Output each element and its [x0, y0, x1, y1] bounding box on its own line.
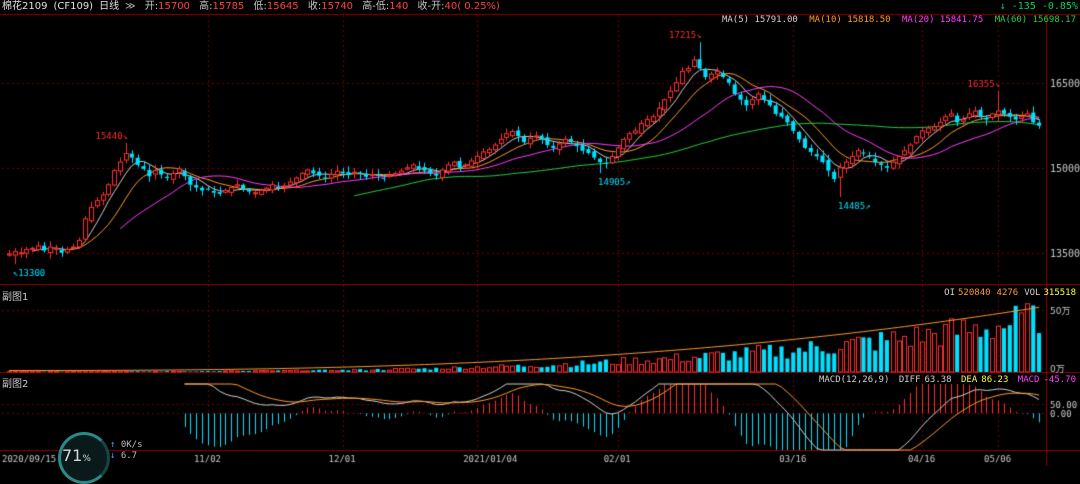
symbol-code: (CF109): [53, 1, 94, 12]
high-label: 高:: [199, 1, 213, 12]
vol-value: 315518: [1043, 288, 1076, 298]
arrow-down-icon: ↓: [110, 451, 116, 461]
ma-legend: MA(5) 15791.00 MA(10) 15818.50 MA(20) 15…: [716, 14, 1076, 26]
arrow-up-icon: ↑: [110, 440, 116, 450]
close-value: 15740: [321, 1, 354, 12]
low-label: 低:: [253, 1, 267, 12]
ma10-label: MA(10) 15818.50: [809, 15, 891, 25]
hl-label: 高-低:: [362, 1, 390, 12]
co-value: 40( 0.25%): [444, 1, 500, 12]
low-value: 15645: [266, 1, 299, 12]
close-label: 收:: [307, 1, 322, 12]
open-value: 15700: [158, 1, 190, 12]
volume-legend: OI 520840 4276 VOL 315518: [938, 288, 1076, 298]
vol-label: VOL: [1024, 288, 1041, 298]
co-label: 收-开:: [417, 1, 445, 12]
ma5-label: MA(5) 15791.00: [721, 15, 798, 25]
sub-chart-1-title[interactable]: 副图1: [2, 288, 28, 303]
oi-label: OI: [944, 288, 956, 298]
change-readout: ↓ -135 -0.85%: [999, 1, 1078, 12]
hl-value: 140: [389, 1, 409, 12]
dea-label: DEA: [961, 375, 978, 385]
ma60-label: MA(60) 15698.17: [994, 15, 1076, 25]
oi-value: 520840: [958, 288, 991, 298]
quote-header: 棉花2109 (CF109) 日线 ≫ 开:15700 高:15785 低:15645…: [2, 0, 506, 14]
ma20-label: MA(20) 15841.75: [901, 15, 984, 25]
oi-change: 4276: [996, 288, 1019, 298]
macd-legend: MACD(12,26,9) DIFF 63.38 DEA 86.23 MACD -45…: [815, 375, 1076, 385]
diff-value: 63.38: [924, 375, 952, 385]
open-label: 开:: [144, 1, 159, 12]
macd-value-label: MACD: [1017, 375, 1040, 385]
macd-label: MACD(12,26,9): [818, 375, 890, 385]
network-speed: ↑ 0K/s ↓ 6.7: [110, 440, 143, 461]
dea-value: 86.23: [981, 375, 1009, 385]
gauge-value: 71%: [62, 446, 91, 465]
chevron-down-icon[interactable]: ≫: [125, 1, 135, 12]
period-label[interactable]: 日线: [99, 1, 119, 12]
diff-label: DIFF: [898, 375, 921, 385]
symbol-name[interactable]: 棉花2109: [2, 1, 47, 12]
kline-chart[interactable]: [0, 0, 1080, 466]
sub-chart-2-title[interactable]: 副图2: [2, 375, 28, 390]
macd-value: -45.70: [1043, 375, 1076, 385]
high-value: 15785: [212, 1, 245, 12]
